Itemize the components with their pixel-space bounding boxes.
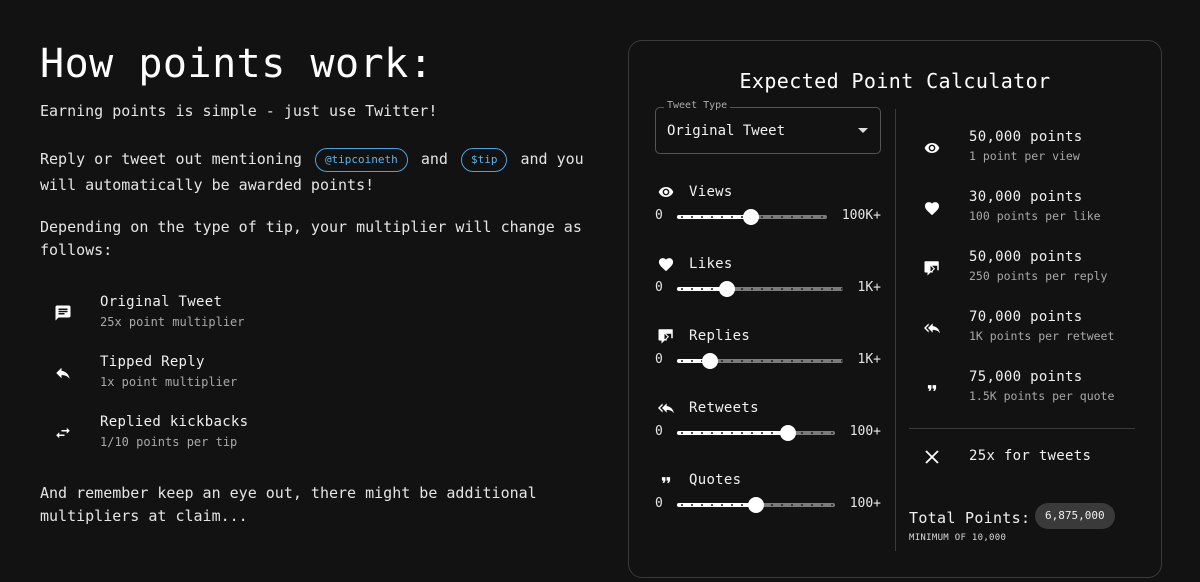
slider-ticks [677,288,843,290]
points-explainer: How points work: Earning points is simpl… [40,38,600,525]
slider-ticks [677,432,835,434]
minimum-note: MINIMUM OF 10,000 [909,533,1007,543]
horizontal-divider [909,428,1135,429]
list-item: Tipped Reply 1x point multiplier [40,354,440,400]
result-points: 75,000 points [969,369,1083,385]
likes-slider: Likes 0 1K+ [655,254,881,314]
reply-bubble-icon [921,257,943,279]
point-calculator: Expected Point Calculator Tweet Type Ori… [628,40,1162,578]
slider-max: 1K+ [857,280,881,295]
result-rate: 1 point per view [969,149,1080,163]
tip-type-desc: 1/10 points per tip [100,435,238,449]
swap-icon [52,422,74,444]
slider-min: 0 [655,280,663,295]
replies-slider: Replies 0 1K+ [655,326,881,386]
total-label: Total Points: [909,509,1031,527]
multiplier-row: 25x for tweets [909,446,1135,468]
result-rate: 100 points per like [969,209,1101,223]
footer-text: And remember keep an eye out, there migh… [40,484,537,525]
close-icon [921,446,943,468]
vertical-divider [895,109,896,551]
result-points: 50,000 points [969,129,1083,145]
mention-text: Reply or tweet out mentioning @tipcoinet… [40,146,600,198]
page-title: How points work: [40,41,434,87]
result-rate: 250 points per reply [969,269,1108,283]
tip-type-title: Replied kickbacks [100,414,249,430]
quotes-slider: Quotes 0 100+ [655,470,881,530]
slider-max: 100+ [849,496,881,511]
tweet-type-label: Tweet Type [664,100,731,111]
slider-track[interactable] [677,353,843,369]
list-item: Original Tweet 25x point multiplier [40,294,440,340]
slider-track[interactable] [677,425,835,441]
ticker-chip[interactable]: $tip [460,148,508,172]
result-retweets: 70,000 points 1K points per retweet [909,309,1149,359]
mention-before: Reply or tweet out mentioning [40,150,302,168]
slider-track[interactable] [677,209,827,225]
slider-label: Quotes [689,472,742,488]
tip-type-desc: 1x point multiplier [100,375,238,389]
slider-label: Replies [689,328,751,344]
reply-icon [52,362,74,384]
slider-min: 0 [655,352,663,367]
slider-min: 0 [655,496,663,511]
list-item: Replied kickbacks 1/10 points per tip [40,414,440,460]
chevron-down-icon [858,128,868,133]
slider-thumb[interactable] [748,497,764,513]
result-likes: 30,000 points 100 points per like [909,189,1149,239]
reply-all-icon [655,398,677,418]
handle-chip[interactable]: @tipcoineth [314,148,408,172]
heart-icon [655,254,677,274]
slider-track[interactable] [677,497,835,513]
slider-max: 1K+ [857,352,881,367]
result-quotes: 75,000 points 1.5K points per quote [909,369,1149,419]
slider-track[interactable] [677,281,843,297]
retweets-slider: Retweets 0 100+ [655,398,881,458]
reply-all-icon [921,317,943,339]
slider-thumb[interactable] [779,425,796,441]
result-views: 50,000 points 1 point per view [909,129,1149,179]
result-points: 50,000 points [969,249,1083,265]
intro-text: Earning points is simple - just use Twit… [40,102,438,120]
tip-type-title: Tipped Reply [100,354,205,370]
slider-label: Retweets [689,400,759,416]
slider-max: 100K+ [841,208,881,223]
eye-icon [655,182,677,202]
tip-type-title: Original Tweet [100,294,223,310]
eye-icon [921,137,943,159]
depending-text: Depending on the type of tip, your multi… [40,218,582,259]
slider-thumb[interactable] [702,353,719,369]
slider-thumb[interactable] [742,209,759,225]
heart-icon [921,197,943,219]
reply-bubble-icon [655,326,677,346]
tweet-type-value: Original Tweet [667,123,786,139]
views-slider: Views 0 100K+ [655,182,881,242]
slider-thumb[interactable] [718,281,735,297]
calculator-title: Expected Point Calculator [739,69,1051,93]
quote-icon [921,377,943,399]
quote-icon [655,470,677,490]
result-points: 30,000 points [969,189,1083,205]
result-rate: 1.5K points per quote [969,389,1115,403]
comment-icon [52,302,74,324]
tweet-type-select[interactable]: Tweet Type Original Tweet [655,100,881,154]
multiplier-text: 25x for tweets [969,448,1092,464]
slider-label: Views [689,184,733,200]
slider-max: 100+ [849,424,881,439]
slider-min: 0 [655,208,663,223]
total-value-badge: 6,875,000 [1035,503,1115,529]
mention-and: and [420,150,448,168]
tip-type-desc: 25x point multiplier [100,315,245,329]
slider-min: 0 [655,424,663,439]
slider-label: Likes [689,256,733,272]
result-points: 70,000 points [969,309,1083,325]
result-rate: 1K points per retweet [969,329,1115,343]
result-replies: 50,000 points 250 points per reply [909,249,1149,299]
